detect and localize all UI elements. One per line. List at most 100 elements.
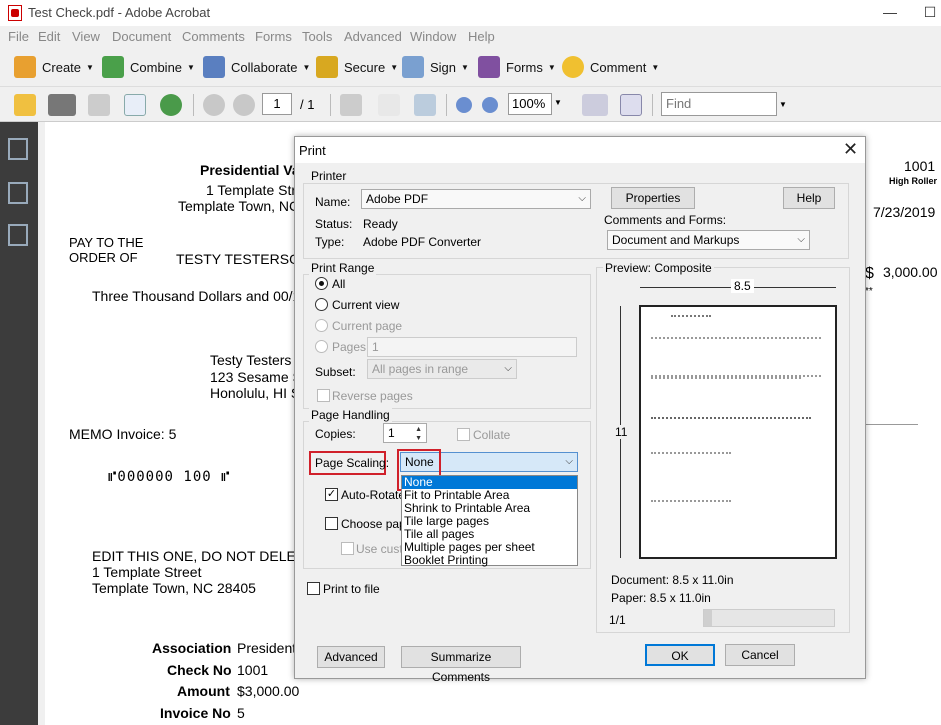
current-page-radio[interactable] (315, 319, 328, 332)
combine-button[interactable]: Combine ▼ (102, 55, 195, 79)
menu-comments[interactable]: Comments (182, 29, 245, 44)
menu-edit[interactable]: Edit (38, 29, 60, 44)
close-icon[interactable]: ✕ (843, 139, 858, 160)
cancel-button[interactable]: Cancel (725, 644, 795, 666)
save-icon[interactable] (88, 94, 110, 116)
menu-help[interactable]: Help (468, 29, 495, 44)
full-screen-icon[interactable] (620, 94, 642, 116)
pen-icon (402, 56, 424, 78)
copies-stepper[interactable]: 1 ▲ ▼ (383, 423, 427, 443)
amount-words: Three Thousand Dollars and 00/1 (92, 288, 301, 304)
pages-panel-icon[interactable] (8, 138, 28, 160)
open-folder-icon[interactable] (14, 94, 36, 116)
web-icon[interactable] (160, 94, 182, 116)
comment-button[interactable]: Comment ▼ (562, 55, 659, 79)
payee-name-2: Testy Testers (210, 352, 292, 368)
subset-select[interactable]: All pages in range ⌵ (367, 359, 517, 379)
find-input[interactable]: Find (661, 92, 777, 116)
create-button[interactable]: Create ▼ (14, 55, 94, 79)
collaborate-icon (203, 56, 225, 78)
next-page-icon[interactable] (233, 94, 255, 116)
menu-file[interactable]: File (8, 29, 29, 44)
page-number-input[interactable]: 1 (262, 93, 292, 115)
bank-name: High Roller (889, 176, 938, 186)
printer-legend: Printer (309, 169, 349, 183)
collate-label: Collate (473, 428, 511, 442)
find-dropdown-icon[interactable]: ▼ (779, 100, 787, 109)
zoom-out-icon[interactable] (456, 97, 472, 113)
all-label: All (332, 277, 346, 291)
paper-size: Paper: 8.5 x 11.0in (611, 591, 711, 605)
zoom-in-icon[interactable] (482, 97, 498, 113)
dialog-title-bar: Print ✕ (295, 137, 865, 163)
auto-rotate-label: Auto-Rotate (341, 488, 406, 502)
menu-view[interactable]: View (72, 29, 100, 44)
scaling-option-booklet[interactable]: Booklet Printing (402, 554, 577, 567)
menu-forms[interactable]: Forms (255, 29, 292, 44)
stub-name: EDIT THIS ONE, DO NOT DELE (92, 548, 296, 564)
type-label: Type: (315, 235, 345, 249)
preview-page-slider[interactable] (703, 609, 835, 627)
comments-forms-select[interactable]: Document and Markups ⌵ (607, 230, 810, 250)
check-no-value: 1001 (237, 662, 269, 678)
subset-label: Subset: (315, 365, 356, 379)
payee-name: TESTY TESTERSO (176, 251, 300, 267)
pdf-file-icon (8, 5, 22, 21)
summarize-comments-button[interactable]: Summarize Comments (401, 646, 521, 684)
amount-value: $3,000.00 (237, 683, 300, 699)
stub-address-2: Template Town, NC 28405 (92, 580, 256, 596)
choose-paper-checkbox[interactable] (325, 517, 338, 530)
current-view-radio[interactable] (315, 298, 328, 311)
collaborate-button[interactable]: Collaborate ▼ (203, 55, 310, 79)
collate-checkbox[interactable] (457, 428, 470, 441)
printer-name-select[interactable]: Adobe PDF ⌵ (361, 189, 591, 209)
stepper-arrows-icon[interactable]: ▲ ▼ (415, 425, 422, 443)
stub-address-1: 1 Template Street (92, 564, 202, 580)
type-value: Adobe PDF Converter (363, 235, 482, 249)
forms-button[interactable]: Forms ▼ (478, 55, 556, 79)
menu-advanced[interactable]: Advanced (344, 29, 402, 44)
print-icon[interactable] (48, 94, 76, 116)
marquee-zoom-icon[interactable] (414, 94, 436, 116)
menu-document[interactable]: Document (112, 29, 171, 44)
reverse-pages-checkbox[interactable] (317, 389, 330, 402)
page-scaling-label: Page Scaling: (315, 456, 390, 470)
zoom-dropdown-icon[interactable]: ▼ (554, 98, 562, 107)
check-no-label: Check No (167, 662, 232, 678)
chevron-down-icon: ⌵ (797, 234, 805, 245)
invoice-no-value: 5 (237, 705, 245, 721)
copies-label: Copies: (315, 427, 356, 441)
signatures-panel-icon[interactable] (8, 224, 28, 246)
attachments-panel-icon[interactable] (8, 182, 28, 204)
page-handling-legend: Page Handling (309, 408, 392, 422)
email-icon[interactable] (124, 94, 146, 116)
fit-page-icon[interactable] (582, 94, 608, 116)
previous-page-icon[interactable] (203, 94, 225, 116)
select-tool-icon[interactable] (340, 94, 362, 116)
maximize-button[interactable]: ☐ (920, 2, 940, 22)
pages-radio[interactable] (315, 340, 328, 353)
hand-tool-icon[interactable] (378, 94, 400, 116)
minimize-button[interactable]: — (880, 2, 900, 22)
advanced-button[interactable]: Advanced (317, 646, 385, 668)
properties-button[interactable]: Properties (611, 187, 695, 209)
help-button[interactable]: Help (783, 187, 835, 209)
pages-input[interactable]: 1 (367, 337, 577, 357)
comments-forms-label: Comments and Forms: (604, 213, 727, 227)
status-value: Ready (363, 217, 398, 231)
dialog-title: Print (299, 143, 326, 158)
use-custom-checkbox[interactable] (341, 542, 354, 555)
amount-numeric: 3,000.00 (883, 264, 938, 280)
slider-handle[interactable] (704, 610, 712, 626)
menu-tools[interactable]: Tools (302, 29, 332, 44)
print-to-file-checkbox[interactable] (307, 582, 320, 595)
ok-button[interactable]: OK (645, 644, 715, 666)
menu-window[interactable]: Window (410, 29, 456, 44)
zoom-level-input[interactable]: 100% (508, 93, 552, 115)
company-address-2: Template Town, NC (178, 198, 300, 214)
preview-page-count: 1/1 (609, 613, 626, 627)
secure-button[interactable]: Secure ▼ (316, 55, 398, 79)
auto-rotate-checkbox[interactable]: ✓ (325, 488, 338, 501)
all-radio[interactable] (315, 277, 328, 290)
sign-button[interactable]: Sign ▼ (402, 55, 469, 79)
